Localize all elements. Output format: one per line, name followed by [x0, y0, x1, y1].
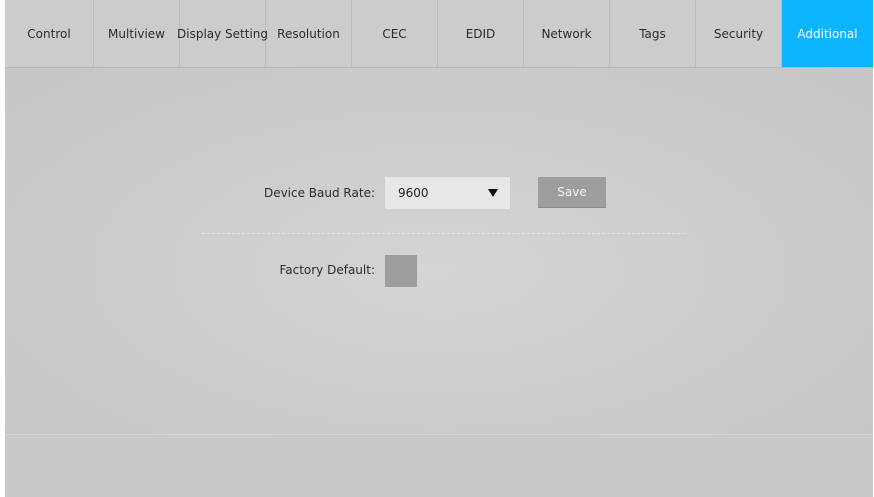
- factory-default-label: Factory Default:: [279, 263, 375, 277]
- caret-down-icon: [488, 189, 498, 197]
- baud-rate-select[interactable]: 9600: [385, 177, 510, 209]
- baud-rate-value: 9600: [398, 186, 429, 200]
- tab-tags[interactable]: Tags: [610, 0, 696, 67]
- tab-multiview[interactable]: Multiview: [94, 0, 180, 67]
- tab-control[interactable]: Control: [5, 0, 94, 67]
- additional-panel: Device Baud Rate: 9600 Save Factory Defa…: [5, 68, 873, 434]
- tab-cec[interactable]: CEC: [352, 0, 438, 67]
- footer-bar: [5, 434, 873, 497]
- tab-additional[interactable]: Additional: [782, 0, 873, 67]
- tab-security[interactable]: Security: [696, 0, 782, 67]
- app-frame: Control Multiview Display Setting Resolu…: [5, 0, 873, 497]
- tab-bar: Control Multiview Display Setting Resolu…: [5, 0, 873, 68]
- section-divider: [202, 233, 685, 234]
- tab-display-setting[interactable]: Display Setting: [177, 0, 268, 67]
- tab-edid[interactable]: EDID: [438, 0, 524, 67]
- factory-default-button[interactable]: [385, 255, 417, 287]
- save-button[interactable]: Save: [538, 177, 606, 207]
- tab-network[interactable]: Network: [524, 0, 610, 67]
- baud-rate-label: Device Baud Rate:: [263, 186, 375, 200]
- tab-resolution[interactable]: Resolution: [266, 0, 352, 67]
